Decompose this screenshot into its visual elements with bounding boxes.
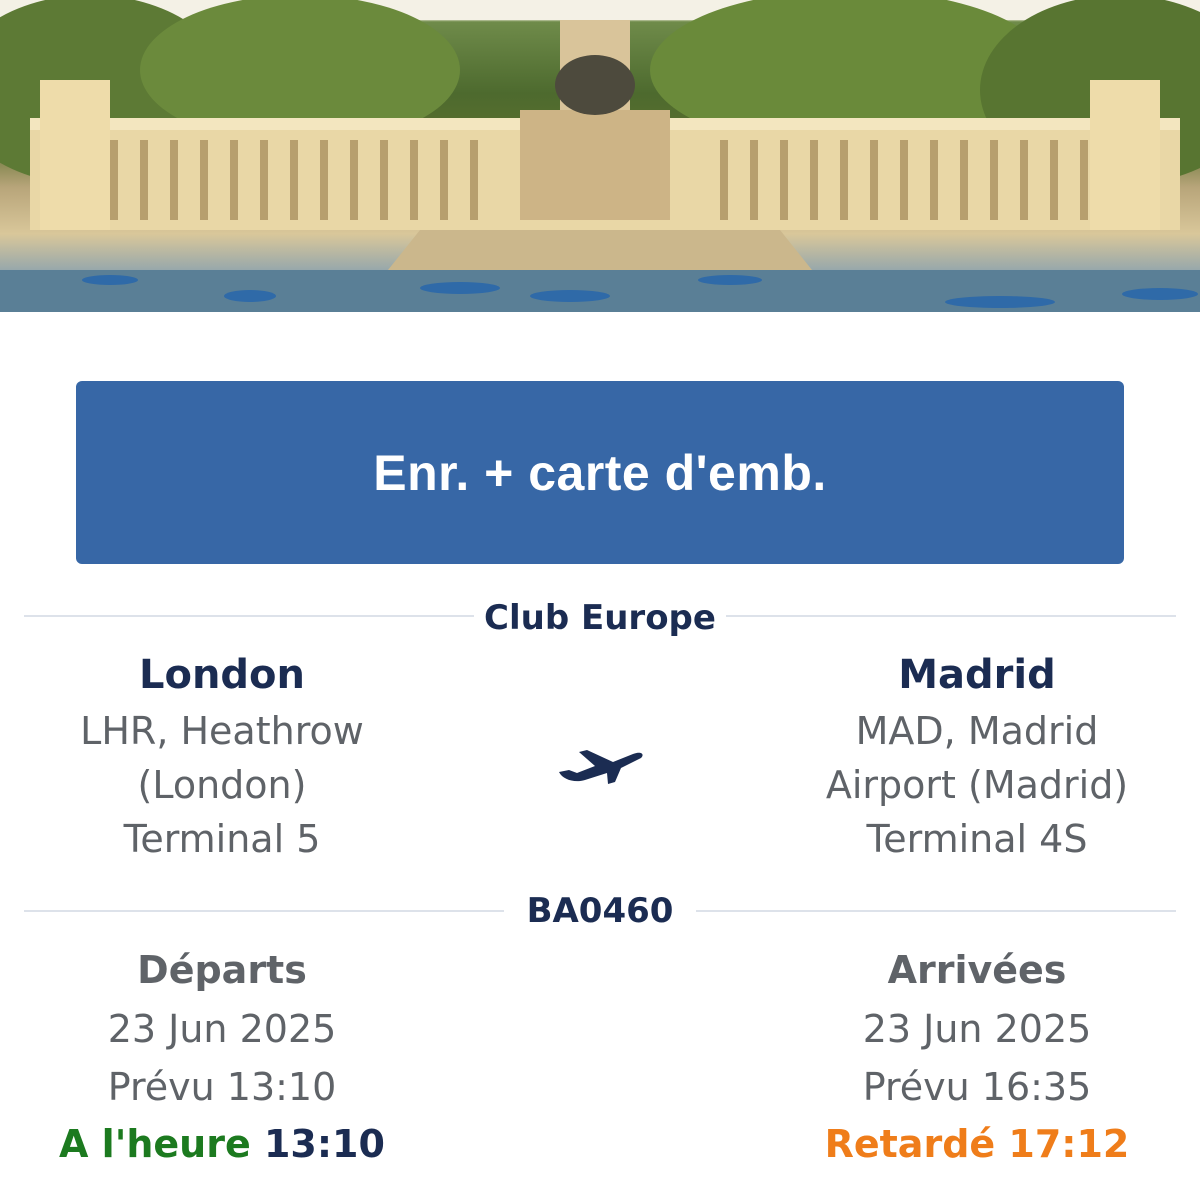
arrival-status-label: Retardé — [824, 1122, 996, 1166]
departure-date: 23 Jun 2025 — [107, 1007, 337, 1051]
cabin-class-label: Club Europe — [484, 598, 716, 638]
airplane-icon — [559, 750, 643, 784]
departure-status: A l'heure 13:10 — [2, 1122, 442, 1166]
destination-block: Madrid MAD, Madrid Airport (Madrid) Term… — [757, 652, 1197, 866]
destination-airport-line2: Airport (Madrid) — [825, 763, 1129, 807]
flight-number: BA0460 — [526, 891, 674, 931]
arrival-block: Arrivées 23 Jun 2025 Prévu 16:35 Retardé… — [757, 948, 1197, 1166]
destination-city: Madrid — [898, 652, 1056, 698]
arrival-date: 23 Jun 2025 — [862, 1007, 1092, 1051]
origin-terminal: Terminal 5 — [123, 817, 321, 861]
origin-city: London — [138, 652, 306, 698]
arrival-status: Retardé 17:12 — [757, 1122, 1197, 1166]
origin-airport-line2: (London) — [137, 763, 307, 807]
destination-terminal: Terminal 4S — [866, 817, 1088, 861]
origin-airport-line1: LHR, Heathrow — [80, 709, 364, 753]
departure-scheduled: Prévu 13:10 — [107, 1065, 337, 1109]
departure-status-label: A l'heure — [59, 1122, 251, 1166]
checkin-button-label: Enr. + carte d'emb. — [373, 444, 827, 501]
destination-airport-line1: MAD, Madrid — [855, 709, 1099, 753]
departure-block: Départs 23 Jun 2025 Prévu 13:10 A l'heur… — [2, 948, 442, 1166]
arrival-status-time: 17:12 — [1008, 1122, 1130, 1166]
departure-title: Départs — [137, 948, 307, 992]
checkin-boarding-pass-button[interactable]: Enr. + carte d'emb. — [76, 381, 1124, 564]
park-monument-illustration — [0, 0, 1200, 312]
origin-block: London LHR, Heathrow (London) Terminal 5 — [2, 652, 442, 866]
destination-hero-image — [0, 0, 1200, 312]
arrival-scheduled: Prévu 16:35 — [862, 1065, 1092, 1109]
departure-status-time: 13:10 — [263, 1122, 385, 1166]
arrival-title: Arrivées — [887, 948, 1067, 992]
